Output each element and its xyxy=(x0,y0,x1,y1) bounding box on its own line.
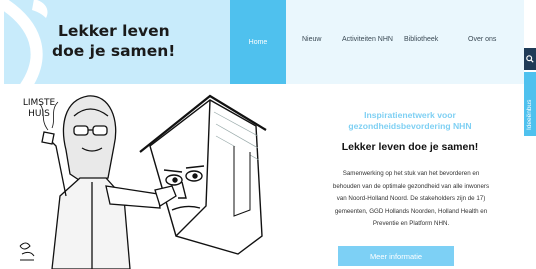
site-header: Lekker leven doe je samen! Home Nieuw Ac… xyxy=(0,0,536,84)
nav-item-over-ons[interactable]: Over ons xyxy=(468,36,496,43)
cartoon-caption-line1: LIMSTE xyxy=(22,98,56,108)
nav-item-home[interactable]: Home xyxy=(230,0,286,84)
site-logo[interactable]: Lekker leven doe je samen! xyxy=(4,0,230,84)
signature-mark xyxy=(19,242,35,261)
cartoon-caption-line2: HUIS xyxy=(28,109,50,119)
hero-description-line: van Noord-Holland Noord. De stakeholders… xyxy=(336,195,486,202)
hero-subtitle-line2: gezondheidsbevordering NHN xyxy=(348,121,472,131)
nav-item-nieuw[interactable]: Nieuw xyxy=(302,36,321,43)
logo-text-line1: Lekker leven xyxy=(58,22,170,40)
hero-description: Samenwerking op het stuk van het bevorde… xyxy=(286,168,536,231)
hero-subtitle-line1: Inspiratienetwerk voor xyxy=(364,110,456,120)
nav-item-bibliotheek[interactable]: Bibliotheek xyxy=(404,36,438,43)
main-nav: Home Nieuw Activiteiten NHN Bibliotheek … xyxy=(230,0,524,84)
search-icon xyxy=(526,55,534,63)
logo-text-line2: doe je samen! xyxy=(52,42,176,60)
person-drawing xyxy=(39,95,177,269)
hero-subtitle: Inspiratienetwerk voor gezondheidsbevord… xyxy=(282,110,536,132)
hero-description-line: Samenwerking op het stuk van het bevorde… xyxy=(342,170,480,177)
hero-description-line: behouden van de optimale gezondheid van … xyxy=(332,182,490,190)
more-info-button[interactable]: Meer informatie xyxy=(338,246,454,266)
house-drawing xyxy=(139,94,267,255)
hero-description-line: gemeenten, GGD Hollands Noorden, Holland… xyxy=(334,207,488,215)
hero-title: Lekker leven doe je samen! xyxy=(341,141,479,153)
nav-item-activiteiten[interactable]: Activiteiten NHN xyxy=(342,36,393,43)
search-button[interactable] xyxy=(524,48,536,70)
hero-description-line: Preventie en Platform NHN. xyxy=(372,220,450,227)
cartoon-caption: LIMSTE HUIS xyxy=(14,98,64,120)
